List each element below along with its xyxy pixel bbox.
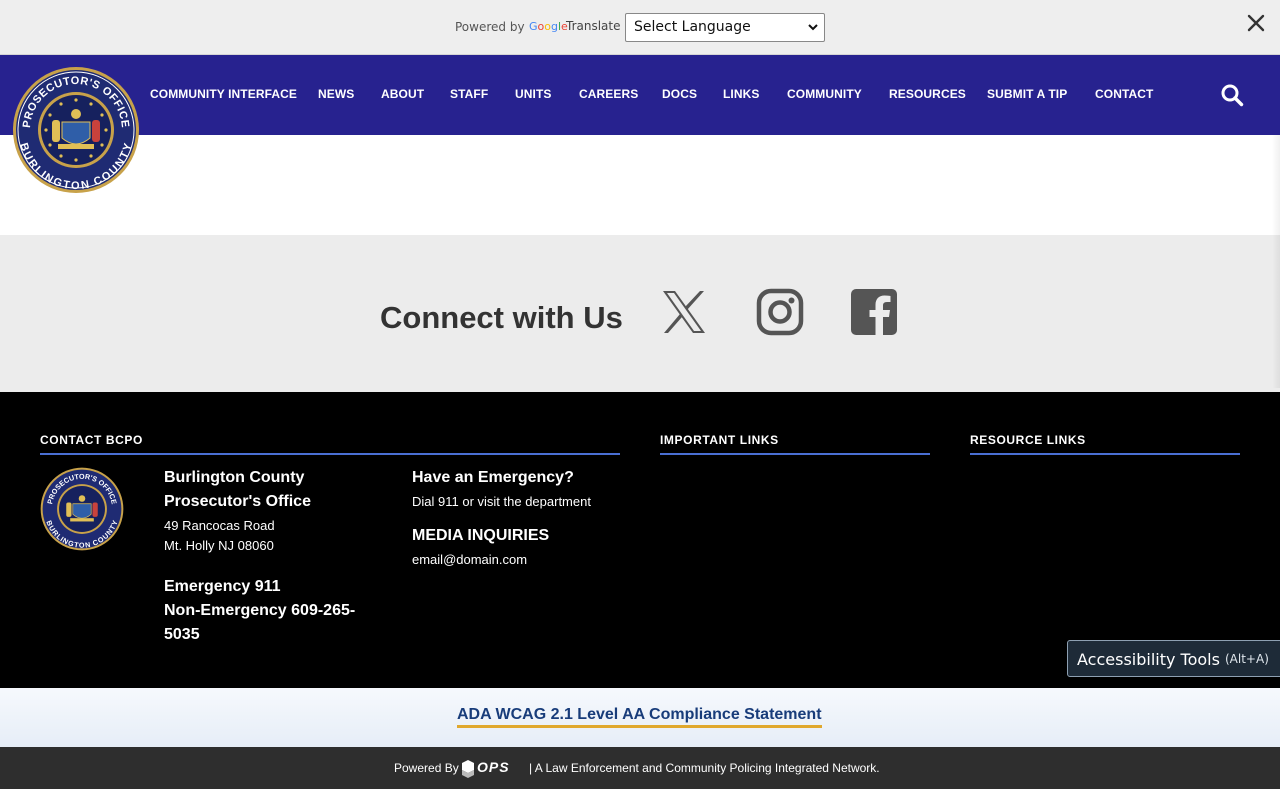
accessibility-tools-label: Accessibility Tools xyxy=(1077,650,1220,669)
ada-compliance-link[interactable]: ADA WCAG 2.1 Level AA Compliance Stateme… xyxy=(457,706,822,728)
resource-links-divider xyxy=(970,453,1240,455)
page-edge-shadow xyxy=(1272,135,1280,388)
close-icon[interactable] xyxy=(1245,12,1267,34)
important-links-heading: IMPORTANT LINKS xyxy=(660,433,779,447)
nav-item-about[interactable]: ABOUT xyxy=(381,87,424,101)
resource-links-heading: RESOURCE LINKS xyxy=(970,433,1086,447)
nav-item-news[interactable]: NEWS xyxy=(318,87,354,101)
nav-item-submit-a-tip[interactable]: SUBMIT A TIP xyxy=(987,87,1067,101)
nav-item-community[interactable]: COMMUNITY xyxy=(787,87,862,101)
contact-heading-divider xyxy=(40,453,620,455)
translate-powered-by: Powered by xyxy=(455,20,525,34)
important-links-divider xyxy=(660,453,930,455)
connect-section xyxy=(0,235,1280,392)
search-icon[interactable] xyxy=(1220,83,1244,107)
nav-item-docs[interactable]: DOCS xyxy=(662,87,697,101)
nav-item-careers[interactable]: CAREERS xyxy=(579,87,638,101)
translate-label: Translate xyxy=(566,19,621,33)
office-name-line2: Prosecutor's Office xyxy=(164,493,311,510)
content-spacer xyxy=(0,135,1280,235)
address-line1: 49 Rancocas Road xyxy=(164,518,275,533)
non-emergency-phone-line1[interactable]: Non-Emergency 609-265- xyxy=(164,599,355,623)
instagram-icon[interactable] xyxy=(756,288,804,336)
prosecutor-office-seal-logo[interactable]: PROSECUTOR'S OFFICE BURLINGTON COUNTY xyxy=(12,66,140,194)
x-icon[interactable] xyxy=(660,288,708,336)
emergency-phone[interactable]: Emergency 911 xyxy=(164,575,281,599)
connect-title: Connect with Us xyxy=(380,300,623,335)
nav-item-links[interactable]: LINKS xyxy=(723,87,760,101)
accessibility-shortcut: (Alt+A) xyxy=(1225,652,1269,666)
nav-item-community-interface[interactable]: COMMUNITY INTERFACE xyxy=(150,87,297,101)
footer-seal-logo: PROSECUTOR'S OFFICE BURLINGTON COUNTY xyxy=(40,467,124,551)
language-select[interactable]: Select Language xyxy=(625,13,825,42)
media-email-link[interactable]: email@domain.com xyxy=(412,550,527,570)
powered-by-label: Powered By xyxy=(394,761,459,775)
non-emergency-phone-line2[interactable]: 5035 xyxy=(164,623,200,647)
address-line2: Mt. Holly NJ 08060 xyxy=(164,538,274,553)
nav-item-contact[interactable]: CONTACT xyxy=(1095,87,1153,101)
media-inquiries-heading: MEDIA INQUIRIES xyxy=(412,527,550,544)
contact-heading: CONTACT BCPO xyxy=(40,433,143,447)
google-logo: Google xyxy=(529,20,568,33)
ops-logo-text: OPS xyxy=(477,759,510,775)
ops-logo[interactable]: OPS xyxy=(461,758,525,780)
emergency-heading: Have an Emergency? xyxy=(412,469,574,486)
emergency-instructions: Dial 911 or visit the department xyxy=(412,494,591,509)
nav-item-resources[interactable]: RESOURCES xyxy=(889,87,966,101)
nav-item-staff[interactable]: STAFF xyxy=(450,87,488,101)
office-name-line1: Burlington County xyxy=(164,469,305,486)
language-select-value: Select Language xyxy=(634,19,751,35)
accessibility-tools-button[interactable]: Accessibility Tools (Alt+A) xyxy=(1067,640,1280,677)
powered-by-tagline: | A Law Enforcement and Community Polici… xyxy=(529,761,880,775)
facebook-icon[interactable] xyxy=(850,288,898,336)
chevron-down-icon xyxy=(808,24,818,31)
nav-item-units[interactable]: UNITS xyxy=(515,87,552,101)
